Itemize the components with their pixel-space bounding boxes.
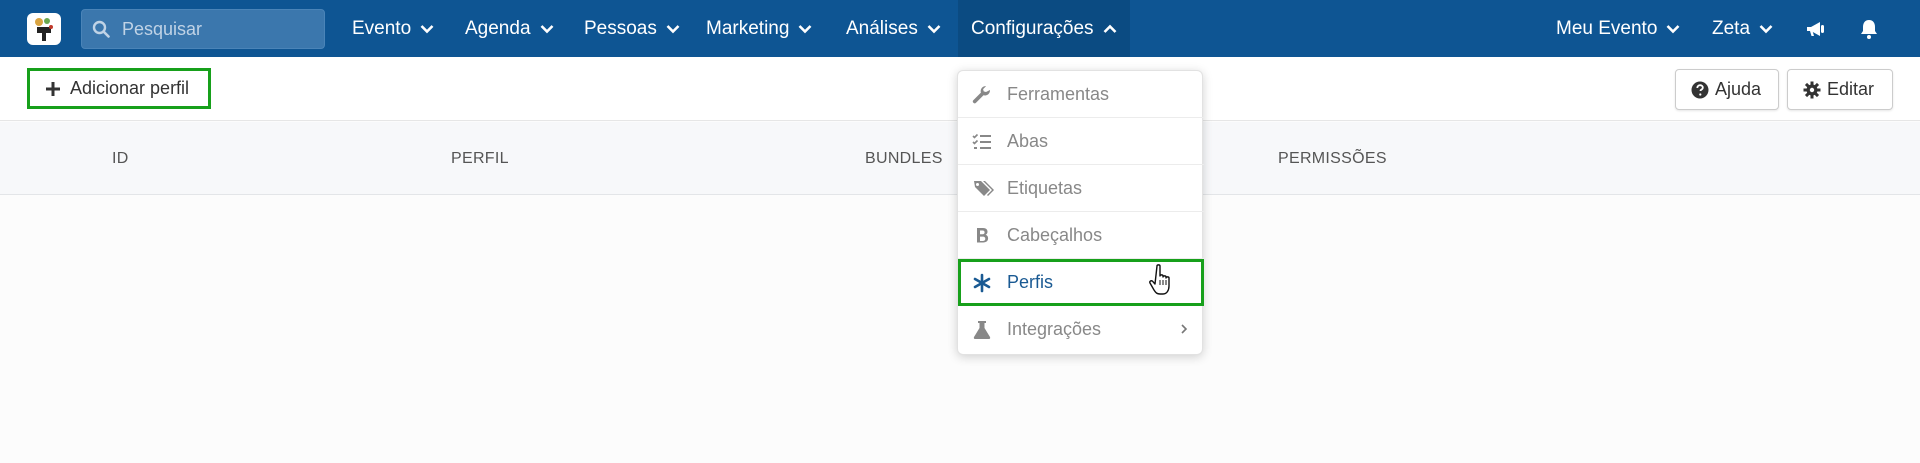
- help-label: Ajuda: [1715, 79, 1762, 99]
- menu-item-abas[interactable]: Abas: [958, 118, 1204, 165]
- chevron-down-icon: [420, 24, 434, 33]
- announcements-button[interactable]: [1804, 0, 1828, 57]
- column-header-permissoes[interactable]: PERMISSÕES: [1278, 122, 1387, 195]
- menu-item-label: Abas: [1007, 131, 1049, 151]
- nav-marketing-label: Marketing: [706, 17, 790, 39]
- hand-cursor-icon: [1149, 264, 1170, 295]
- nav-analises[interactable]: Análises: [846, 0, 941, 57]
- menu-item-etiquetas[interactable]: Etiquetas: [958, 165, 1204, 212]
- menu-item-integracoes[interactable]: Integrações: [958, 306, 1204, 353]
- chevron-down-icon: [799, 24, 812, 33]
- nav-configuracoes-label: Configurações: [971, 17, 1094, 39]
- menu-item-label: Perfis: [1007, 272, 1054, 292]
- edit-button[interactable]: Editar: [1787, 69, 1893, 110]
- nav-marketing[interactable]: Marketing: [706, 0, 812, 57]
- flask-icon: [973, 321, 991, 339]
- nav-evento[interactable]: Evento: [352, 0, 434, 57]
- chevron-down-icon: [540, 24, 553, 33]
- chevron-down-icon: [1759, 24, 1773, 33]
- nav-analises-label: Análises: [846, 17, 918, 39]
- help-button[interactable]: Ajuda: [1675, 69, 1779, 110]
- gear-icon: [1803, 81, 1821, 98]
- menu-item-label: Integrações: [1007, 319, 1102, 339]
- checklist-icon: [972, 133, 991, 149]
- column-header-id[interactable]: ID: [112, 122, 129, 195]
- chevron-right-icon: [1181, 324, 1188, 334]
- menu-item-label: Ferramentas: [1007, 84, 1110, 104]
- bell-icon: [1861, 19, 1877, 39]
- nav-zeta[interactable]: Zeta: [1712, 0, 1773, 57]
- app-logo[interactable]: [27, 13, 61, 45]
- chevron-down-icon: [666, 24, 680, 33]
- column-header-bundles[interactable]: BUNDLES: [865, 122, 943, 195]
- notifications-button[interactable]: [1857, 0, 1881, 57]
- edit-label: Editar: [1827, 79, 1875, 99]
- nav-meu-evento-label: Meu Evento: [1556, 17, 1658, 39]
- nav-evento-label: Evento: [352, 17, 412, 39]
- add-profile-label: Adicionar perfil: [70, 78, 190, 98]
- search-box: [81, 9, 325, 49]
- question-circle-icon: [1691, 81, 1709, 98]
- plus-icon: [46, 81, 60, 96]
- wrench-icon: [972, 86, 991, 104]
- top-navigation-bar: Evento Agenda Pessoas Marketing Análises…: [0, 0, 1920, 57]
- chevron-down-icon: [927, 24, 941, 33]
- search-input[interactable]: [122, 10, 318, 48]
- nav-agenda[interactable]: Agenda: [465, 0, 554, 57]
- nav-agenda-label: Agenda: [465, 17, 531, 39]
- chevron-up-icon: [1103, 24, 1116, 33]
- dropdown-caret: [1072, 62, 1088, 70]
- nav-zeta-label: Zeta: [1712, 17, 1751, 39]
- megaphone-icon: [1807, 21, 1824, 36]
- settings-dropdown-menu: Ferramentas Abas Etiquetas Cabeçalhos Pe…: [957, 70, 1204, 355]
- chevron-down-icon: [1666, 24, 1680, 33]
- bold-icon: [977, 228, 989, 243]
- search-icon: [92, 20, 110, 38]
- add-profile-button[interactable]: Adicionar perfil: [27, 68, 211, 109]
- tags-icon: [974, 181, 994, 196]
- nav-pessoas[interactable]: Pessoas: [584, 0, 680, 57]
- menu-item-cabecalhos[interactable]: Cabeçalhos: [958, 212, 1204, 259]
- nav-configuracoes[interactable]: Configurações: [958, 0, 1130, 57]
- nav-pessoas-label: Pessoas: [584, 17, 657, 39]
- logo-icon: [35, 18, 53, 41]
- menu-item-ferramentas[interactable]: Ferramentas: [958, 71, 1204, 118]
- menu-item-label: Etiquetas: [1007, 178, 1083, 198]
- asterisk-icon: [973, 273, 991, 293]
- menu-item-label: Cabeçalhos: [1007, 225, 1103, 245]
- nav-meu-evento[interactable]: Meu Evento: [1556, 0, 1680, 57]
- column-header-perfil[interactable]: PERFIL: [451, 122, 509, 195]
